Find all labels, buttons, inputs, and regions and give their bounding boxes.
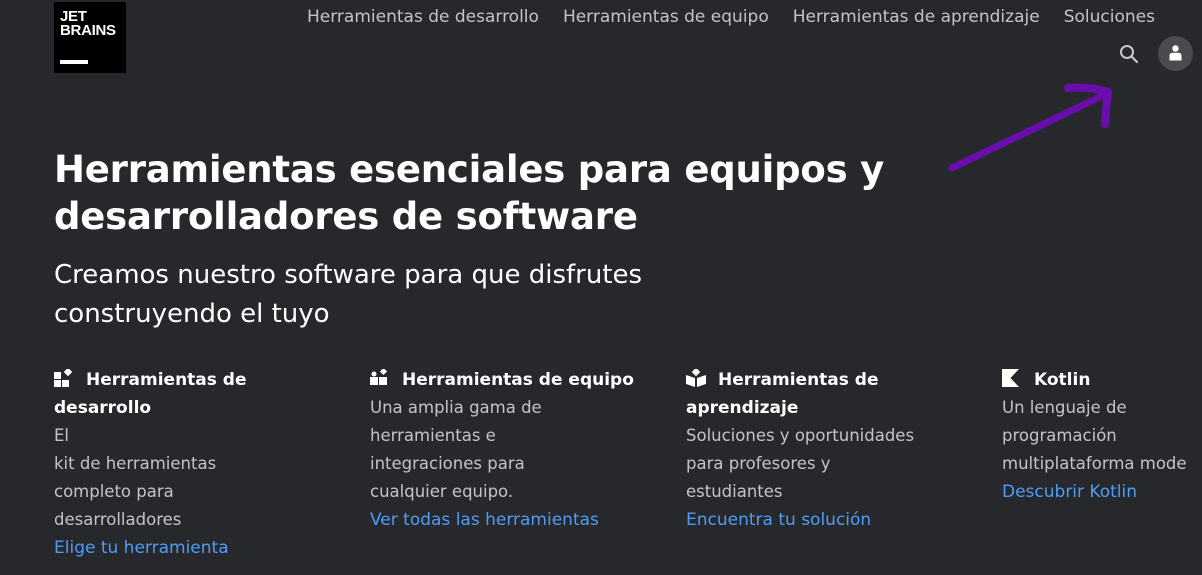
desc-line: multiplataforma mode	[1002, 454, 1187, 473]
nav-solutions[interactable]: Soluciones	[1064, 7, 1155, 27]
card-description: Una amplia gama de herramientas e integr…	[370, 394, 660, 506]
card-description: Un lenguaje de programación multiplatafo…	[1002, 394, 1202, 478]
nav-learning-tools[interactable]: Herramientas de aprendizaje	[793, 7, 1040, 27]
desc-line: El	[54, 426, 70, 445]
card-kotlin: Kotlin Un lenguaje de programación multi…	[1002, 366, 1202, 506]
top-navigation: Herramientas de desarrollo Herramientas …	[307, 7, 1179, 27]
desc-line: kit de herramientas	[54, 454, 217, 473]
card-title-line1: Herramientas de	[718, 370, 879, 390]
hero-title-line2: desarrolladores de software	[54, 195, 638, 238]
card-title: Herramientas de equipo	[370, 366, 660, 394]
desc-line: integraciones para	[370, 454, 525, 473]
desc-line: herramientas e	[370, 426, 496, 445]
link-choose-tool[interactable]: Elige tu herramienta	[54, 534, 229, 562]
link-discover-kotlin[interactable]: Descubrir Kotlin	[1002, 478, 1137, 506]
desc-line: desarrolladores	[54, 510, 182, 529]
kotlin-icon	[1002, 369, 1019, 387]
hero-title-line1: Herramientas esenciales para equipos y	[54, 148, 885, 191]
desc-line: Soluciones y oportunidades	[686, 426, 915, 445]
search-icon	[1120, 45, 1139, 64]
card-title-line1: Kotlin	[1034, 370, 1091, 390]
card-dev-tools: Herramientas de desarrollo El kit de her…	[54, 366, 344, 562]
card-description: Soluciones y oportunidades para profesor…	[686, 422, 976, 506]
nav-dev-tools[interactable]: Herramientas de desarrollo	[307, 7, 539, 27]
card-title: Herramientas de aprendizaje	[686, 366, 976, 422]
hero-subtitle-line2: construyendo el tuyo	[54, 299, 330, 329]
search-button[interactable]	[1117, 42, 1141, 66]
desc-line: Un lenguaje de	[1002, 398, 1127, 417]
team-tools-icon	[370, 369, 388, 385]
desc-line: para profesores y	[686, 454, 831, 473]
card-title-line2: desarrollo	[54, 398, 152, 418]
logo-text: JET BRAINS	[60, 8, 116, 39]
nav-team-tools[interactable]: Herramientas de equipo	[563, 7, 769, 27]
annotation-arrow-icon	[948, 83, 1112, 172]
card-title-line1: Herramientas de	[86, 370, 247, 390]
card-title-line1: Herramientas de equipo	[402, 370, 634, 390]
link-find-solution[interactable]: Encuentra tu solución	[686, 506, 871, 534]
hero-title: Herramientas esenciales para equipos y d…	[54, 146, 934, 240]
link-see-all-tools[interactable]: Ver todas las herramientas	[370, 506, 599, 534]
card-learning-tools: Herramientas de aprendizaje Soluciones y…	[686, 366, 976, 534]
user-account-button[interactable]	[1158, 36, 1193, 71]
desc-line: estudiantes	[686, 482, 783, 501]
logo-bar	[60, 60, 88, 64]
card-team-tools: Herramientas de equipo Una amplia gama d…	[370, 366, 660, 534]
desc-line: programación	[1002, 426, 1117, 445]
card-title-line2: aprendizaje	[686, 398, 799, 418]
desc-line: completo para	[54, 482, 174, 501]
dev-tools-icon	[54, 369, 73, 387]
card-description: El kit de herramientas completo para des…	[54, 422, 344, 534]
user-icon	[1169, 45, 1182, 61]
desc-line: cualquier equipo.	[370, 482, 514, 501]
jetbrains-logo[interactable]: JET BRAINS	[54, 2, 126, 73]
book-icon	[686, 369, 706, 387]
desc-line: Una amplia gama de	[370, 398, 542, 417]
card-title: Kotlin	[1002, 366, 1202, 394]
card-title: Herramientas de desarrollo	[54, 366, 344, 422]
hero-subtitle-line1: Creamos nuestro software para que disfru…	[54, 260, 643, 290]
hero-subtitle: Creamos nuestro software para que disfru…	[54, 256, 734, 334]
